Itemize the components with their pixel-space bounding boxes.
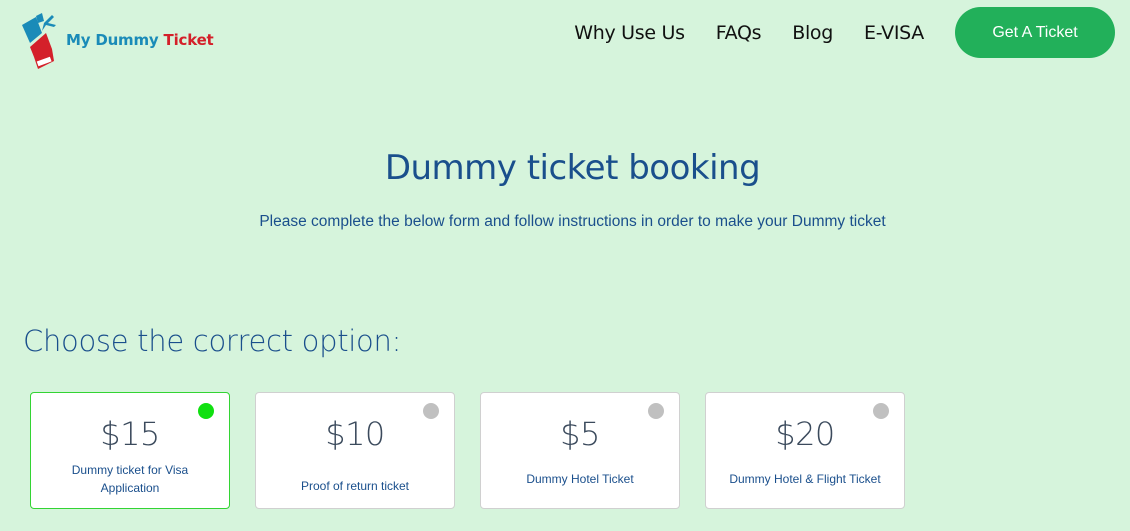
nav-why-use-us[interactable]: Why Use Us xyxy=(574,22,685,44)
logo-text: My Dummy Ticket xyxy=(66,31,214,49)
option-description: Dummy Hotel & Flight Ticket xyxy=(729,472,881,486)
option-price: $15 xyxy=(100,415,160,453)
option-price: $20 xyxy=(775,415,835,453)
option-card-return[interactable]: $10 Proof of return ticket xyxy=(255,392,455,509)
logo-text-primary: My Dummy xyxy=(66,31,159,49)
section-heading: Choose the correct option: xyxy=(23,324,402,358)
nav-faqs[interactable]: FAQs xyxy=(716,22,762,44)
option-description: Proof of return ticket xyxy=(300,479,410,493)
logo[interactable]: My Dummy Ticket xyxy=(18,11,214,69)
logo-text-accent: Ticket xyxy=(163,31,214,49)
page-subtitle: Please complete the below form and follo… xyxy=(259,213,886,230)
option-card-visa[interactable]: $15 Dummy ticket for Visa Application xyxy=(30,392,230,509)
option-card-hotel[interactable]: $5 Dummy Hotel Ticket xyxy=(480,392,680,509)
option-price: $5 xyxy=(560,415,600,453)
option-description: Dummy Hotel Ticket xyxy=(526,472,634,486)
option-list: $15 Dummy ticket for Visa Application $1… xyxy=(30,392,930,509)
option-description: Dummy ticket for Visa Application xyxy=(71,463,189,495)
ticket-plane-logo-icon xyxy=(18,11,60,69)
radio-selected-icon[interactable] xyxy=(198,403,214,419)
nav-e-visa[interactable]: E-VISA xyxy=(864,22,924,44)
radio-unselected-icon[interactable] xyxy=(648,403,664,419)
option-card-hotel-flight[interactable]: $20 Dummy Hotel & Flight Ticket xyxy=(705,392,905,509)
get-a-ticket-button[interactable]: Get A Ticket xyxy=(955,7,1115,58)
option-price: $10 xyxy=(325,415,385,453)
radio-unselected-icon[interactable] xyxy=(873,403,889,419)
nav-blog[interactable]: Blog xyxy=(792,22,833,44)
radio-unselected-icon[interactable] xyxy=(423,403,439,419)
page-title: Dummy ticket booking xyxy=(384,148,761,188)
main-nav: Why Use Us FAQs Blog E-VISA Get A Ticket xyxy=(574,7,1115,58)
